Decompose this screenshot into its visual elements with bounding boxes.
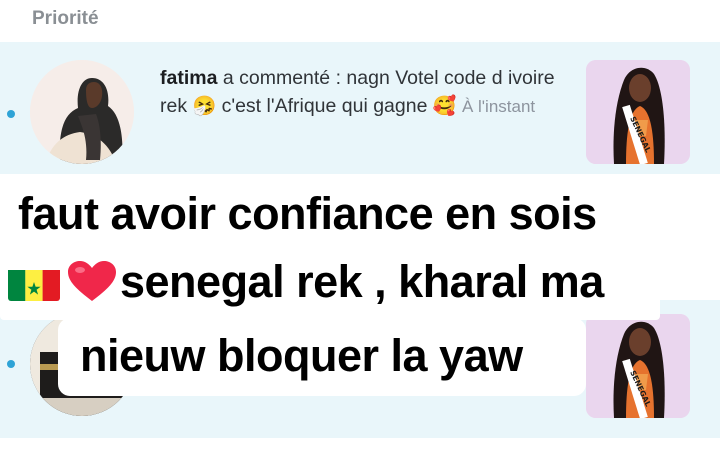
overlay-text-row: senegal rek , kharal ma	[8, 256, 604, 314]
overlay-caption-line2: senegal rek , kharal ma	[0, 244, 660, 320]
notification-item[interactable]: fatima a commenté : nagn Votel code d iv…	[0, 42, 720, 174]
thumbnail-image: SENEGAL	[586, 60, 690, 164]
avatar-image	[30, 60, 134, 164]
post-thumbnail[interactable]: SENEGAL	[586, 314, 690, 418]
overlay-caption-line1: faut avoir confiance en sois	[0, 176, 652, 252]
overlay-text: nieuw bloquer la yaw	[80, 330, 523, 381]
timestamp: À l'instant	[461, 97, 536, 116]
sneezing-face-emoji: 🤧	[192, 96, 217, 117]
user-name[interactable]: fatima	[160, 67, 217, 89]
post-thumbnail[interactable]: SENEGAL	[586, 60, 690, 164]
overlay-text: faut avoir confiance en sois	[18, 188, 597, 239]
section-header: Priorité	[0, 0, 720, 42]
unread-dot	[7, 360, 15, 368]
unread-dot	[7, 110, 15, 118]
thumbnail-image: SENEGAL	[586, 314, 690, 418]
overlay-caption-line3: nieuw bloquer la yaw	[58, 318, 586, 396]
smiling-hearts-emoji: 🥰	[432, 96, 457, 117]
avatar[interactable]	[30, 60, 134, 164]
senegal-flag-icon	[8, 265, 60, 301]
section-title: Priorité	[32, 8, 99, 29]
overlay-text: senegal rek , kharal ma	[120, 256, 604, 307]
red-heart-icon	[66, 259, 118, 314]
notification-text: fatima a commenté : nagn Votel code d iv…	[160, 64, 570, 121]
comment-text-continued: c'est l'Afrique qui gagne	[216, 95, 428, 117]
